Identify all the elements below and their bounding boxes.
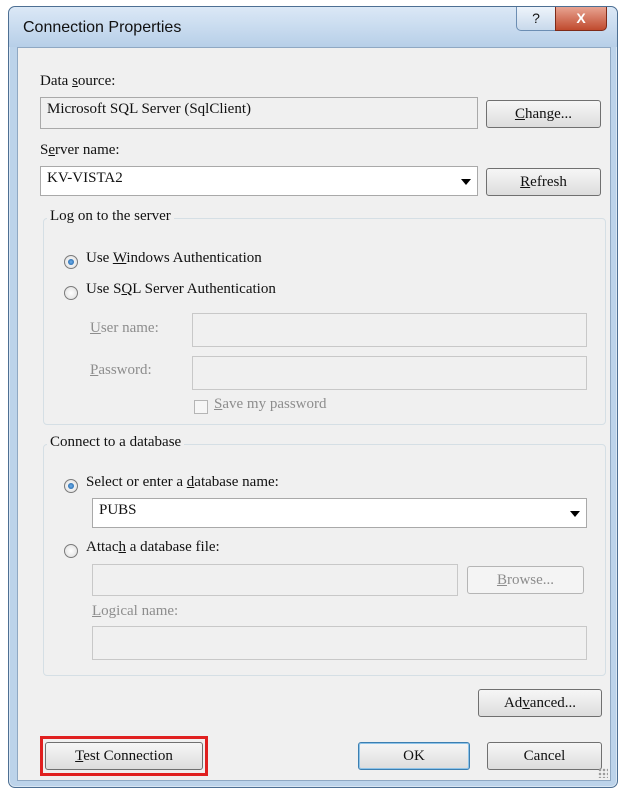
chevron-down-icon[interactable]: [570, 511, 580, 517]
select-database-label[interactable]: Select or enter a database name:: [86, 474, 279, 491]
server-name-combobox[interactable]: KV-VISTA2: [40, 166, 478, 196]
close-button[interactable]: X: [555, 7, 607, 31]
windows-auth-label[interactable]: Use Windows Authentication: [86, 250, 262, 267]
username-label: User name:: [90, 320, 159, 336]
server-name-value: KV-VISTA2: [47, 170, 123, 186]
ok-button[interactable]: OK: [358, 742, 470, 770]
save-password-checkbox[interactable]: [194, 400, 208, 414]
logon-group-title: Log on to the server: [47, 208, 174, 225]
change-button[interactable]: Change...: [486, 100, 601, 128]
database-name-value: PUBS: [99, 502, 137, 518]
username-input[interactable]: [192, 313, 587, 347]
help-button[interactable]: ?: [516, 7, 556, 31]
database-group-title: Connect to a database: [47, 434, 185, 451]
title-bar[interactable]: Connection Properties ? X: [9, 7, 617, 47]
chevron-down-icon[interactable]: [461, 179, 471, 185]
logon-group: Log on to the server Use Windows Authent…: [43, 208, 606, 425]
sql-auth-radio[interactable]: [64, 286, 78, 300]
resize-grip-icon[interactable]: [598, 768, 608, 778]
database-group: Connect to a database Select or enter a …: [43, 434, 606, 676]
close-icon: X: [576, 10, 586, 26]
data-source-field: Microsoft SQL Server (SqlClient): [40, 97, 478, 129]
cancel-button[interactable]: Cancel: [487, 742, 602, 770]
save-password-label[interactable]: Save my password: [214, 396, 327, 413]
server-name-label: Server name:: [40, 142, 120, 158]
attach-file-input[interactable]: [92, 564, 458, 596]
logical-name-label: Logical name:: [92, 603, 179, 619]
data-source-label: Data source:: [40, 73, 116, 89]
window-title: Connection Properties: [23, 19, 182, 36]
advanced-button[interactable]: Advanced...: [478, 689, 602, 717]
password-input[interactable]: [192, 356, 587, 390]
logical-name-input[interactable]: [92, 626, 587, 660]
help-icon: ?: [532, 10, 540, 26]
attach-database-label[interactable]: Attach a database file:: [86, 539, 220, 556]
select-database-radio[interactable]: [64, 479, 78, 493]
dialog-body: Data source: Microsoft SQL Server (SqlCl…: [17, 47, 611, 781]
refresh-button[interactable]: Refresh: [486, 168, 601, 196]
password-label: Password:: [90, 362, 152, 378]
connection-properties-window: Connection Properties ? X Data source: M…: [8, 6, 618, 788]
test-connection-button[interactable]: Test Connection: [45, 742, 203, 770]
windows-auth-radio[interactable]: [64, 255, 78, 269]
sql-auth-label[interactable]: Use SQL Server Authentication: [86, 281, 276, 298]
attach-database-radio[interactable]: [64, 544, 78, 558]
data-source-value: Microsoft SQL Server (SqlClient): [47, 101, 252, 117]
database-name-combobox[interactable]: PUBS: [92, 498, 587, 528]
browse-button[interactable]: Browse...: [467, 566, 584, 594]
